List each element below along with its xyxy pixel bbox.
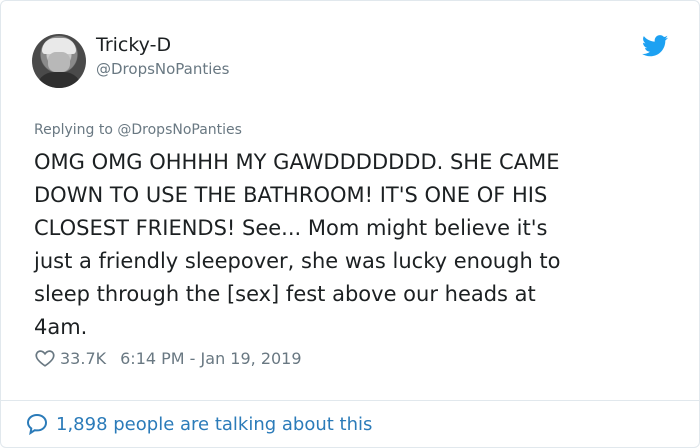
replying-to-mention[interactable]: @DropsNoPanties: [117, 122, 242, 138]
like-count[interactable]: 33.7K: [60, 349, 106, 368]
avatar-face: [48, 52, 70, 72]
display-name[interactable]: Tricky-D: [96, 34, 171, 56]
heart-icon[interactable]: [34, 347, 56, 369]
speech-bubble-icon: [26, 413, 48, 436]
divider: [1, 400, 699, 401]
user-handle[interactable]: @DropsNoPanties: [96, 60, 229, 78]
tweet-timestamp[interactable]: 6:14 PM - Jan 19, 2019: [120, 349, 301, 368]
tweet-text: OMG OMG OHHHH MY GAWDDDDDDD. SHE CAME DO…: [34, 150, 561, 339]
conversation-label[interactable]: 1,898 people are talking about this: [56, 414, 372, 435]
replying-to-line: Replying to @DropsNoPanties: [34, 122, 242, 138]
tweet-meta: 33.7K 6:14 PM - Jan 19, 2019: [34, 347, 302, 369]
replying-to-prefix: Replying to: [34, 122, 118, 138]
twitter-bird-icon[interactable]: [642, 35, 668, 57]
conversation-link[interactable]: 1,898 people are talking about this: [25, 412, 372, 436]
avatar[interactable]: [32, 34, 86, 88]
tweet-card: Tricky-D @DropsNoPanties Replying to @Dr…: [0, 0, 700, 448]
avatar-shirt: [36, 72, 82, 88]
